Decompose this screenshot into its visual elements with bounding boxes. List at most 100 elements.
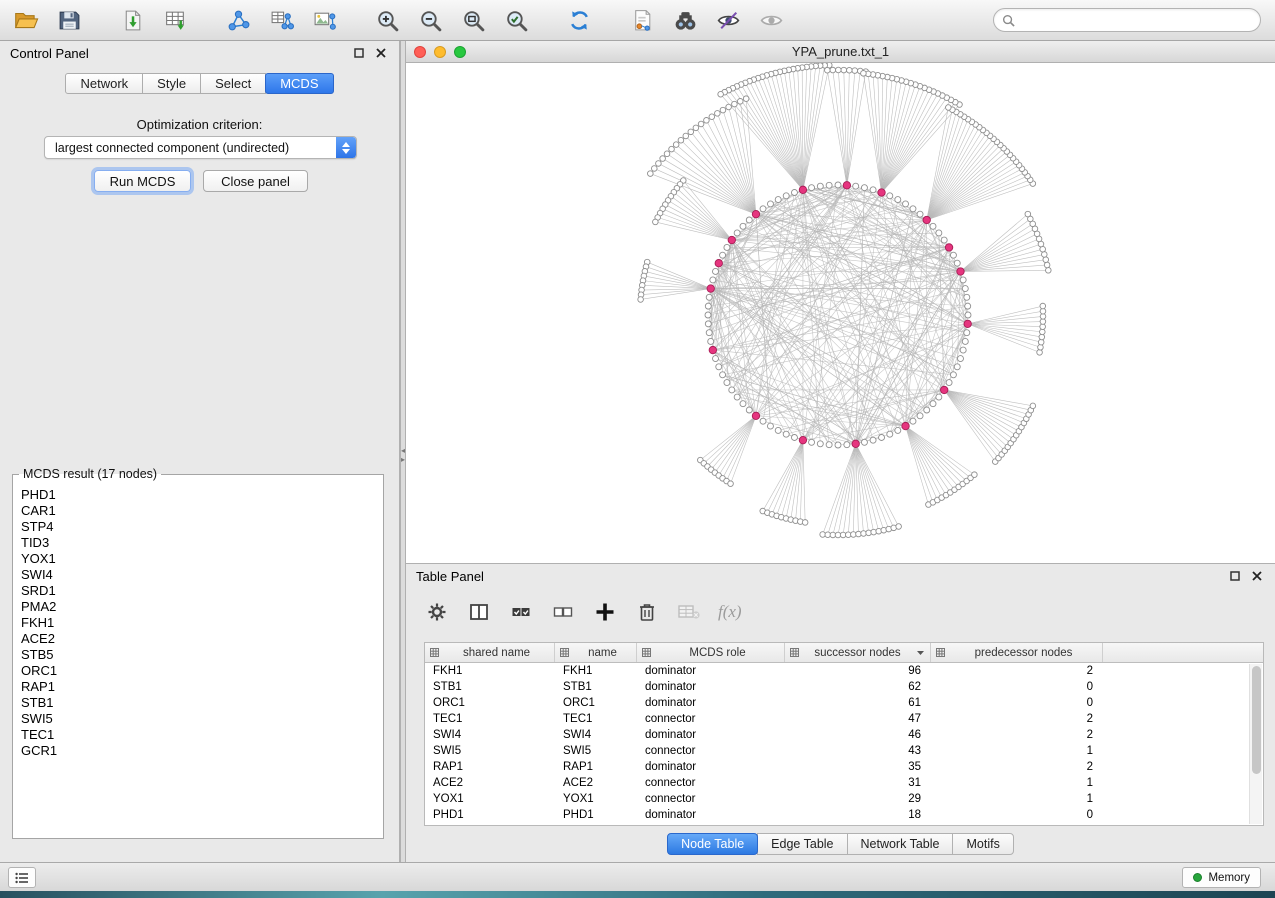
search-box[interactable] bbox=[993, 8, 1261, 32]
list-item[interactable]: FKH1 bbox=[21, 615, 375, 631]
tab-motifs[interactable]: Motifs bbox=[952, 833, 1013, 855]
list-item[interactable]: PHD1 bbox=[21, 487, 375, 503]
import-table-button[interactable] bbox=[157, 5, 193, 35]
table-row[interactable]: ORC1ORC1dominator610 bbox=[425, 695, 1263, 711]
graphics-details-button[interactable] bbox=[710, 5, 746, 35]
tab-style[interactable]: Style bbox=[142, 73, 201, 94]
list-item[interactable]: CAR1 bbox=[21, 503, 375, 519]
list-item[interactable]: ACE2 bbox=[21, 631, 375, 647]
mcds-result-title: MCDS result (17 nodes) bbox=[19, 467, 161, 481]
float-window-icon bbox=[1230, 571, 1240, 581]
zoom-in-button[interactable] bbox=[369, 5, 405, 35]
column-header-name[interactable]: name bbox=[555, 643, 637, 662]
select-all-columns-button[interactable] bbox=[508, 599, 534, 625]
tab-mcds[interactable]: MCDS bbox=[265, 73, 333, 94]
gear-icon bbox=[426, 601, 448, 623]
sort-caret-icon bbox=[916, 650, 925, 656]
tab-network[interactable]: Network bbox=[65, 73, 143, 94]
list-item[interactable]: SRD1 bbox=[21, 583, 375, 599]
main-toolbar bbox=[0, 0, 1275, 41]
import-network-button[interactable] bbox=[114, 5, 150, 35]
list-item[interactable]: YOX1 bbox=[21, 551, 375, 567]
float-table-panel-button[interactable] bbox=[1227, 568, 1243, 584]
table-row[interactable]: SWI5SWI5connector431 bbox=[425, 743, 1263, 759]
table-row[interactable]: YOX1YOX1connector291 bbox=[425, 791, 1263, 807]
tab-select[interactable]: Select bbox=[200, 73, 266, 94]
list-item[interactable]: STB1 bbox=[21, 695, 375, 711]
table-scrollbar[interactable] bbox=[1249, 664, 1262, 824]
list-item[interactable]: TEC1 bbox=[21, 727, 375, 743]
tab-edge-table[interactable]: Edge Table bbox=[757, 833, 847, 855]
network-graph[interactable] bbox=[406, 63, 1275, 563]
zoom-fit-icon bbox=[461, 8, 486, 33]
network-from-table-button[interactable] bbox=[263, 5, 299, 35]
table-panel: Table Panel bbox=[406, 563, 1275, 862]
close-control-panel-button[interactable] bbox=[373, 45, 389, 61]
column-header-predecessor-nodes[interactable]: predecessor nodes bbox=[931, 643, 1103, 662]
list-item[interactable]: PMA2 bbox=[21, 599, 375, 615]
eye-icon bbox=[759, 8, 784, 33]
memory-button[interactable]: Memory bbox=[1182, 867, 1261, 888]
float-panel-button[interactable] bbox=[351, 45, 367, 61]
columns-icon bbox=[468, 601, 490, 623]
table-row[interactable]: FKH1FKH1dominator962 bbox=[425, 663, 1263, 679]
export-document-icon bbox=[630, 8, 655, 33]
zoom-fit-button[interactable] bbox=[455, 5, 491, 35]
scrollbar-thumb[interactable] bbox=[1252, 666, 1261, 774]
criterion-select[interactable]: largest connected component (undirected) bbox=[44, 136, 357, 159]
splitter-grip-icon: ◂▸ bbox=[401, 446, 405, 464]
save-session-button[interactable] bbox=[51, 5, 87, 35]
find-button[interactable] bbox=[667, 5, 703, 35]
open-session-button[interactable] bbox=[8, 5, 44, 35]
list-item[interactable]: STB5 bbox=[21, 647, 375, 663]
table-panel-title: Table Panel bbox=[416, 569, 484, 584]
close-mcds-panel-button[interactable]: Close panel bbox=[203, 170, 308, 192]
hide-details-button[interactable] bbox=[753, 5, 789, 35]
zoom-out-button[interactable] bbox=[412, 5, 448, 35]
list-item[interactable]: TID3 bbox=[21, 535, 375, 551]
tab-node-table[interactable]: Node Table bbox=[667, 833, 758, 855]
list-item[interactable]: RAP1 bbox=[21, 679, 375, 695]
search-input[interactable] bbox=[1020, 13, 1252, 27]
network-canvas[interactable] bbox=[406, 63, 1275, 563]
fx-label: f(x) bbox=[718, 602, 742, 622]
table-row[interactable]: ACE2ACE2connector311 bbox=[425, 775, 1263, 791]
zoom-in-icon bbox=[375, 8, 400, 33]
table-mode-button[interactable] bbox=[424, 599, 450, 625]
show-columns-button[interactable] bbox=[466, 599, 492, 625]
delete-table-button[interactable] bbox=[676, 599, 702, 625]
table-row[interactable]: STB1STB1dominator620 bbox=[425, 679, 1263, 695]
column-header-shared-name[interactable]: shared name bbox=[425, 643, 555, 662]
close-table-panel-button[interactable] bbox=[1249, 568, 1265, 584]
deselect-all-columns-button[interactable] bbox=[550, 599, 576, 625]
list-item[interactable]: SWI5 bbox=[21, 711, 375, 727]
function-builder-button[interactable]: f(x) bbox=[718, 599, 742, 625]
create-column-button[interactable] bbox=[592, 599, 618, 625]
tab-network-table[interactable]: Network Table bbox=[847, 833, 954, 855]
table-row[interactable]: RAP1RAP1dominator352 bbox=[425, 759, 1263, 775]
list-item[interactable]: ORC1 bbox=[21, 663, 375, 679]
list-item[interactable]: SWI4 bbox=[21, 567, 375, 583]
run-mcds-button[interactable]: Run MCDS bbox=[94, 170, 191, 192]
table-delete-icon bbox=[677, 601, 701, 623]
zoom-selected-button[interactable] bbox=[498, 5, 534, 35]
new-network-button[interactable] bbox=[220, 5, 256, 35]
table-row[interactable]: SWI4SWI4dominator462 bbox=[425, 727, 1263, 743]
list-item[interactable]: STP4 bbox=[21, 519, 375, 535]
column-header-successor-nodes[interactable]: successor nodes bbox=[785, 643, 931, 662]
network-window: YPA_prune.txt_1 bbox=[406, 41, 1275, 563]
panel-selector-button[interactable] bbox=[8, 867, 36, 888]
delete-column-button[interactable] bbox=[634, 599, 660, 625]
column-grid-icon bbox=[430, 648, 439, 657]
export-network-button[interactable] bbox=[624, 5, 660, 35]
mcds-result-list[interactable]: PHD1CAR1STP4TID3YOX1SWI4SRD1PMA2FKH1ACE2… bbox=[15, 485, 381, 836]
network-from-image-button[interactable] bbox=[306, 5, 342, 35]
list-item[interactable]: GCR1 bbox=[21, 743, 375, 759]
column-header-mcds-role[interactable]: MCDS role bbox=[637, 643, 785, 662]
table-row[interactable]: TEC1TEC1connector472 bbox=[425, 711, 1263, 727]
memory-label: Memory bbox=[1208, 872, 1250, 884]
apply-layout-button[interactable] bbox=[561, 5, 597, 35]
table-toolbar: f(x) bbox=[424, 592, 742, 632]
table-row[interactable]: PHD1PHD1dominator180 bbox=[425, 807, 1263, 823]
eye-slash-icon bbox=[716, 8, 741, 33]
